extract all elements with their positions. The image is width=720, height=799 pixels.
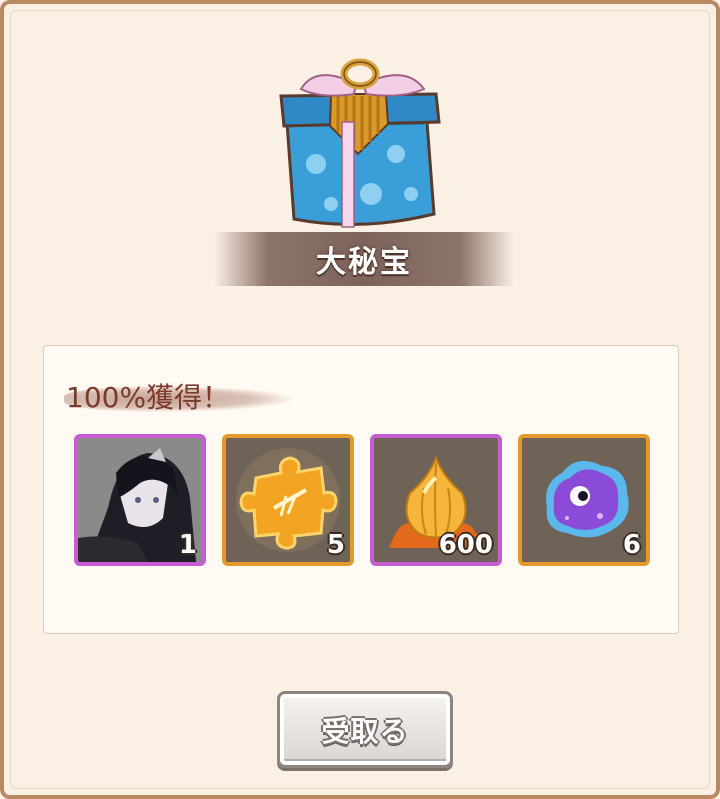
receive-button-label: 受取る bbox=[321, 714, 409, 748]
reward-item-character[interactable]: 1 bbox=[74, 434, 206, 566]
title-banner: 大秘宝 bbox=[214, 232, 514, 286]
reward-count: 5 bbox=[326, 530, 345, 560]
reward-count: 1 bbox=[178, 530, 197, 560]
reward-count: 600 bbox=[438, 530, 493, 560]
reward-item-onion[interactable]: 600 bbox=[370, 434, 502, 566]
reward-dialog: 大秘宝 100%獲得！ 1 5 600 6 受取る bbox=[0, 0, 720, 799]
reward-item-puzzle[interactable]: 5 bbox=[222, 434, 354, 566]
dialog-title: 大秘宝 bbox=[316, 245, 412, 280]
reward-items: 1 5 600 6 bbox=[74, 434, 654, 569]
drop-rate-text: 100%獲得！ bbox=[66, 381, 231, 414]
receive-button[interactable]: 受取る bbox=[277, 691, 453, 768]
reward-panel: 100%獲得！ 1 5 600 6 bbox=[43, 345, 679, 634]
gift-box-icon bbox=[279, 58, 441, 228]
reward-count: 6 bbox=[622, 530, 641, 560]
reward-item-slime[interactable]: 6 bbox=[518, 434, 650, 566]
drop-rate-label: 100%獲得！ bbox=[64, 380, 294, 416]
